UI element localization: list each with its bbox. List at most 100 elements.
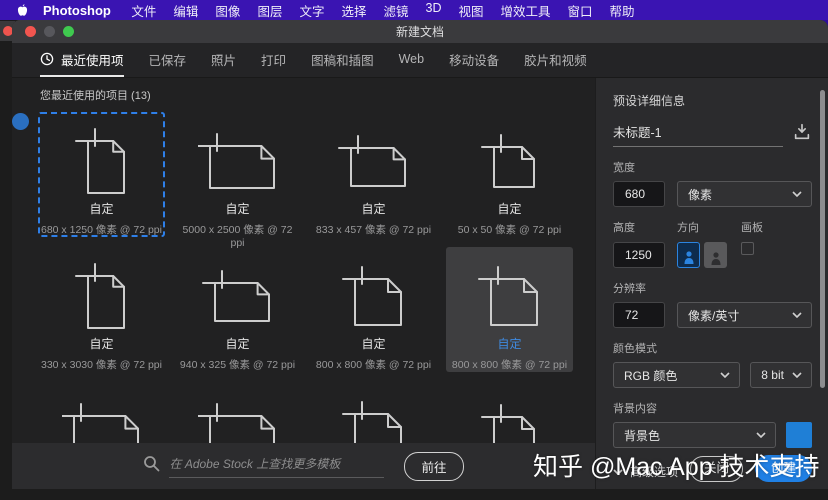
preset-dimensions: 833 x 457 像素 @ 72 ppi [312,222,435,237]
tab-category[interactable]: 胶片和视频 [524,43,587,77]
preset-card[interactable]: 自定 940 x 325 像素 @ 72 ppi [174,247,301,372]
chevron-down-icon [792,312,802,318]
menu-item[interactable]: 视图 [450,1,492,20]
menu-item[interactable]: 帮助 [601,1,643,20]
document-preset-icon [40,254,163,334]
tab-category[interactable]: 图稿和插图 [311,43,374,77]
close-window-button[interactable] [25,26,36,37]
document-preset-icon [176,119,299,199]
preset-name: 自定 [176,200,299,217]
menu-item[interactable]: 文件 [123,1,165,20]
minimize-window-button[interactable] [44,26,55,37]
dialog-title-bar: 新建文档 [12,20,828,43]
preset-card[interactable]: 自定 800 x 800 像素 @ 72 ppi [310,247,437,372]
document-preset-icon [312,254,435,334]
chevron-down-icon [792,191,802,197]
preset-name: 自定 [176,335,299,352]
height-input[interactable]: 1250 [613,242,665,268]
portrait-person-icon [683,250,695,265]
color-mode-label: 颜色模式 [613,340,812,356]
preset-name: 自定 [40,200,163,217]
preset-card[interactable]: 自定 833 x 457 像素 @ 72 ppi [310,112,437,237]
zhihu-watermark: 知乎 @Mac App 技术支持 [533,447,820,483]
resolution-label: 分辨率 [613,280,812,296]
menu-app-name[interactable]: Photoshop [43,3,111,18]
save-preset-icon[interactable] [792,122,812,147]
artboard-checkbox[interactable] [741,242,754,255]
preset-name: 自定 [40,335,163,352]
resolution-unit-select[interactable]: 像素/英寸 [677,302,812,328]
panel-scrollbar[interactable] [820,90,825,388]
color-mode-select[interactable]: RGB 颜色 [613,362,740,388]
zoom-window-button[interactable] [63,26,74,37]
stock-search-input[interactable]: 在 Adobe Stock 上查找更多模板 [169,455,384,478]
preset-card[interactable]: 自定 800 x 800 像素 @ 72 ppi [446,247,573,372]
search-icon [143,455,160,477]
background-contents-label: 背景内容 [613,400,812,416]
orientation-portrait-button[interactable] [677,242,700,268]
tab-recent[interactable]: 最近使用项 [40,43,124,77]
document-preset-icon [176,254,299,334]
menu-item[interactable]: 编辑 [165,1,207,20]
preset-card[interactable]: 自定 330 x 3030 像素 @ 72 ppi [38,247,165,372]
preset-dimensions: 680 x 1250 像素 @ 72 ppi [40,222,163,237]
panel-heading: 预设详细信息 [613,92,812,109]
chevron-down-icon [792,372,802,378]
menu-item[interactable]: 图像 [207,1,249,20]
document-preset-icon [40,119,163,199]
preset-dimensions: 330 x 3030 像素 @ 72 ppi [40,357,163,372]
tab-category[interactable]: 已保存 [149,43,187,77]
background-blue-button [12,113,29,130]
menu-item[interactable]: 选择 [333,1,375,20]
preset-dimensions: 800 x 800 像素 @ 72 ppi [448,357,571,372]
preset-name: 自定 [312,200,435,217]
menu-item[interactable]: 增效工具 [492,1,559,20]
chevron-down-icon [756,432,766,438]
preset-card[interactable]: 自定50 x 50 像素 @ 72 ppi [446,112,573,237]
resolution-input[interactable]: 72 [613,302,665,328]
background-color-swatch[interactable] [786,422,812,448]
height-label: 高度 [613,219,665,235]
preset-name: 自定 [312,335,435,352]
preset-name: 自定 [448,200,571,217]
menu-item[interactable]: 图层 [249,1,291,20]
menu-item[interactable]: 窗口 [559,1,601,20]
tab-category[interactable]: 照片 [211,43,236,77]
width-unit-select[interactable]: 像素 [677,181,812,207]
adobe-stock-search-bar: 在 Adobe Stock 上查找更多模板 前往 [12,443,595,489]
preset-dimensions: 800 x 800 像素 @ 72 ppi [312,357,435,372]
apple-icon[interactable] [16,3,29,18]
chevron-down-icon [720,372,730,378]
width-label: 宽度 [613,159,812,175]
menu-item[interactable]: 滤镜 [375,1,417,20]
clock-icon [40,52,54,66]
document-preset-icon [448,254,571,334]
menu-item[interactable]: 文字 [291,1,333,20]
tab-category[interactable]: 移动设备 [449,43,499,77]
preset-card[interactable]: 自定5000 x 2500 像素 @ 72 ppi [174,112,301,237]
preset-dimensions: 940 x 325 像素 @ 72 ppi [176,357,299,372]
orientation-label: 方向 [677,219,727,235]
dialog-title: 新建文档 [396,23,444,40]
preset-details-panel: 预设详细信息 未标题-1 宽度 680 像素 高度 [595,78,828,489]
menu-item[interactable]: 3D [417,1,450,20]
document-preset-icon [448,119,571,199]
orientation-landscape-button[interactable] [704,242,727,268]
bit-depth-select[interactable]: 8 bit [750,362,812,388]
recent-items-heading: 您最近使用的项目 (13) [40,87,151,103]
tab-category[interactable]: Web [399,43,424,77]
macos-menu-bar: Photoshop 文件编辑图像图层文字选择滤镜3D视图增效工具窗口帮助 [0,0,828,20]
preset-name: 自定 [448,335,571,352]
new-document-dialog: 新建文档 最近使用项已保存照片打印图稿和插图 Web 移动设备胶片和视频 您最近使用… [12,20,828,489]
background-contents-select[interactable]: 背景色 [613,422,776,448]
tab-category[interactable]: 打印 [261,43,286,77]
preset-card[interactable]: 自定 680 x 1250 像素 @ 72 ppi [38,112,165,237]
document-preset-icon [312,119,435,199]
artboard-label: 画板 [741,219,763,235]
presets-area: 您最近使用的项目 (13) 自定680 x 1250 像素 @ 72 ppi自定… [12,78,595,489]
document-name-input[interactable]: 未标题-1 [613,122,783,147]
width-input[interactable]: 680 [613,181,665,207]
go-button[interactable]: 前往 [404,452,463,481]
landscape-person-icon [710,251,722,266]
preset-dimensions: 5000 x 2500 像素 @ 72 ppi [176,222,299,249]
